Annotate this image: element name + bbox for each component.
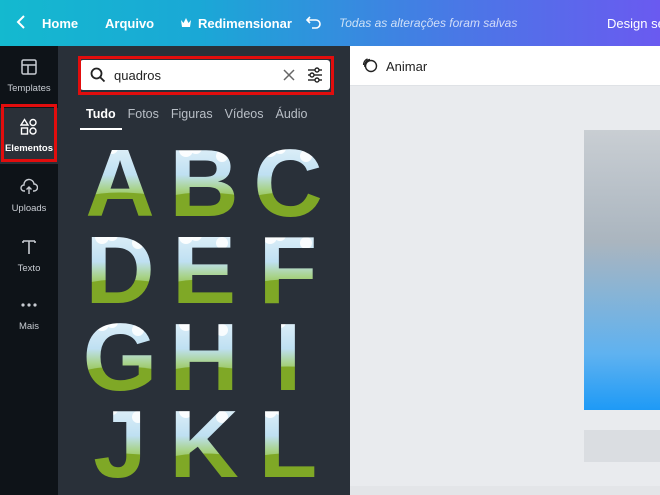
home-label: Home [42,15,79,31]
animate-icon [362,57,378,76]
animate-label: Animar [386,58,428,74]
rail-item-templates[interactable]: Templates [0,48,58,104]
animate-button[interactable]: Animar [362,56,427,76]
letter-frame-b[interactable]: BB [164,136,244,222]
letter-frame-d[interactable]: DD [80,223,160,309]
tab-tudo[interactable]: Tudo [80,104,122,130]
rail-item-mais[interactable]: Mais [0,286,58,342]
upload-icon [20,178,39,199]
home-button[interactable]: Home [16,0,78,46]
rail-label: Mais [18,321,40,332]
resize-button[interactable]: Redimensionar [180,0,292,46]
letter-frame-a[interactable]: AA [80,136,160,222]
search-input[interactable] [114,65,274,85]
tab-videos[interactable]: Vídeos [219,104,270,130]
rail-label: Texto [17,263,41,274]
crown-icon [180,16,192,31]
editor-toolbar: Animar [350,46,660,86]
undo-button[interactable] [305,0,322,46]
letter-frame-h[interactable]: HH [164,310,244,396]
search-bar [80,60,330,90]
file-menu-button[interactable]: Arquivo [105,0,154,46]
design-page[interactable] [584,130,660,410]
undo-icon [305,15,322,32]
tab-fotos[interactable]: Fotos [122,104,165,130]
save-status: Todas as alterações foram salvas [339,16,518,30]
add-page-bar[interactable] [584,430,660,462]
letter-frame-f[interactable]: FF [248,223,328,309]
letter-frame-j[interactable]: JJ [80,397,160,483]
canvas-stage [350,86,660,495]
design-menu-button[interactable]: Design se [607,0,660,46]
letter-frame-l[interactable]: LL [248,397,328,483]
tab-figuras[interactable]: Figuras [165,104,219,130]
elements-panel: Tudo Fotos Figuras Vídeos Áudio AABBCC DD… [58,46,350,495]
search-icon [90,67,106,83]
letter-frame-i[interactable]: II [248,310,328,396]
letter-frame-g[interactable]: GG [80,310,160,396]
more-icon [20,296,38,317]
rail-label: Elementos [4,143,54,154]
resize-label: Redimensionar [198,15,292,31]
letter-frame-k[interactable]: KK [164,397,244,483]
rail-item-elementos[interactable]: Elementos [0,108,58,164]
horizontal-scrollbar[interactable] [350,486,660,495]
tab-audio[interactable]: Áudio [270,104,314,130]
letter-frame-e[interactable]: EE [164,223,244,309]
left-rail: Templates Elementos Uploads Texto Mais [0,46,58,495]
templates-icon [20,58,38,79]
category-tabs: Tudo Fotos Figuras Vídeos Áudio [80,104,313,130]
rail-item-texto[interactable]: Texto [0,228,58,284]
elements-icon [19,118,38,139]
filter-icon[interactable] [306,66,324,84]
chevron-left-icon [16,14,26,32]
clear-icon[interactable] [282,68,296,82]
rail-label: Templates [7,83,51,94]
rail-item-uploads[interactable]: Uploads [0,168,58,224]
rail-label: Uploads [11,203,47,214]
letter-frame-c[interactable]: CC [248,136,328,222]
top-bar: Home Arquivo Redimensionar Todas as alte… [0,0,660,46]
text-icon [20,238,38,259]
